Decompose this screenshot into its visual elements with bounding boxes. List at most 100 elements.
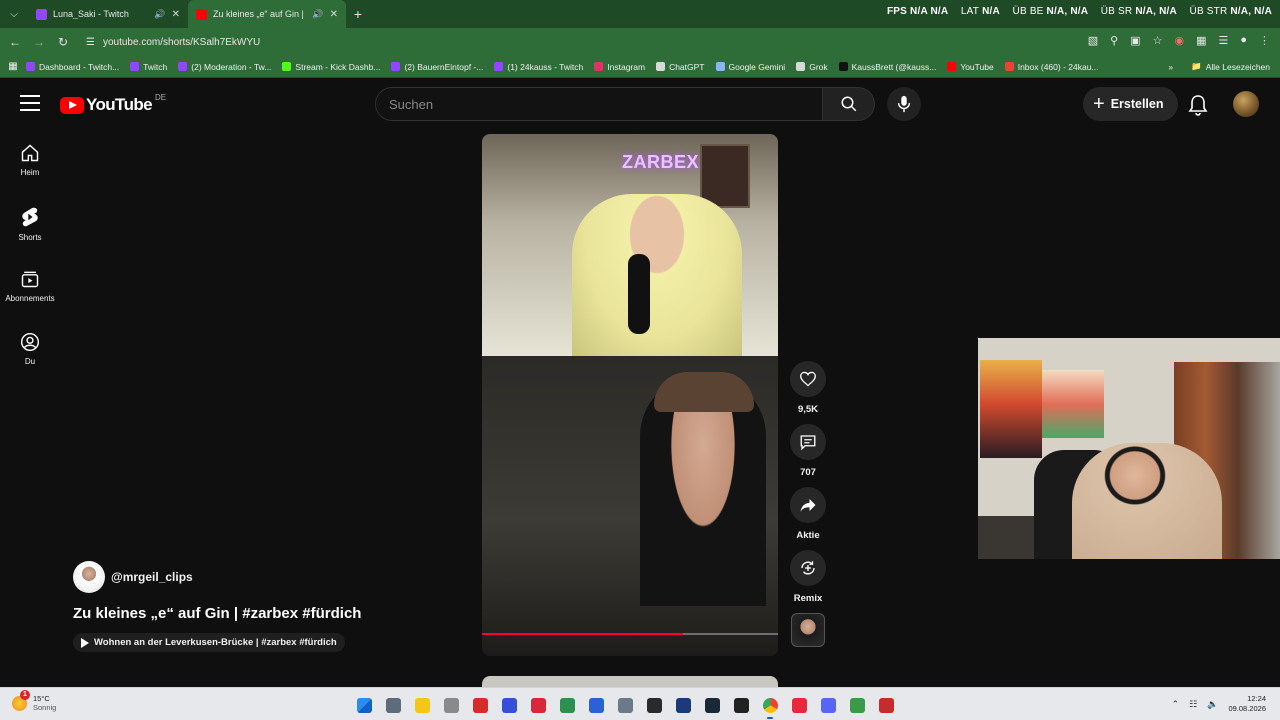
sidebar-item-home[interactable]: Heim (0, 135, 60, 198)
taskbar-app-discord[interactable] (816, 694, 840, 716)
url-field[interactable]: ☰ youtube.com/shorts/KSalh7EkWYU (80, 31, 1140, 53)
short-title: Zu kleines „e“ auf Gin | #zarbex #fürdic… (73, 605, 362, 622)
youtube-play-icon (60, 96, 84, 114)
tab-search-chevron-icon[interactable]: ⌵ (0, 0, 28, 28)
sidebar-item-shorts[interactable]: Shorts (0, 198, 60, 261)
taskbar-app-app-circle[interactable] (671, 694, 695, 716)
shorts-video-player[interactable]: ZARBEX (482, 134, 778, 656)
star-icon[interactable]: ☆ (1153, 34, 1163, 47)
tab-youtube-short[interactable]: Zu kleines „e“ auf Gin | #zar 🔊 ✕ (188, 0, 346, 28)
like-count: 9,5K (797, 404, 819, 415)
extensions-icon[interactable]: ▦ (1196, 34, 1206, 47)
discord-icon (820, 697, 836, 713)
back-icon[interactable]: ← (3, 30, 27, 54)
bookmark-item[interactable]: Google Gemini (715, 62, 785, 72)
translate-icon[interactable]: ▧ (1088, 34, 1098, 47)
lat-value: N/A (982, 6, 1000, 17)
sidebar-item-you[interactable]: Du (0, 324, 60, 387)
fps-value: N/A N/A (910, 6, 948, 17)
tray-chevron-icon[interactable]: ⌃ (1172, 699, 1180, 710)
channel-handle[interactable]: @mrgeil_clips (111, 570, 193, 584)
video-progress-bar[interactable] (482, 633, 778, 635)
forward-icon[interactable]: → (27, 30, 51, 54)
bookmark-item[interactable]: Grok (796, 62, 828, 72)
bookmark-item[interactable]: Inbox (460) - 24kau... (1004, 62, 1099, 72)
bookmark-item[interactable]: YouTube (947, 62, 994, 72)
zoom-icon[interactable]: ⚲ (1110, 34, 1118, 47)
bookmark-item[interactable]: (2) Moderation - Tw... (178, 62, 271, 72)
taskbar-app-opera-gx[interactable] (468, 694, 492, 716)
sidebar-item-subscriptions[interactable]: Abonnements (0, 261, 60, 324)
search-button[interactable] (823, 87, 875, 121)
more-bookmarks-icon[interactable]: » (1168, 62, 1173, 72)
app-puzzle-icon (617, 697, 633, 713)
taskbar-app-file-explorer[interactable] (410, 694, 434, 716)
bookmark-item[interactable]: (2) BauernEintopf -... (391, 62, 483, 72)
bookmark-item[interactable]: KaussBrett (@kauss... (838, 62, 936, 72)
extension-red-icon[interactable]: ◉ (1174, 34, 1184, 47)
clock[interactable]: 12:24 09.08.2026 (1228, 694, 1266, 714)
create-button[interactable]: + Erstellen (1083, 87, 1178, 121)
related-video-chip[interactable]: Wohnen an der Leverkusen-Brücke | #zarbe… (73, 633, 345, 652)
start-icon (356, 697, 372, 713)
bookmark-item[interactable]: Stream - Kick Dashb... (282, 62, 380, 72)
folder-icon: 📁 (1191, 61, 1202, 71)
taskbar-app-app-dark[interactable] (642, 694, 666, 716)
reload-icon[interactable]: ↻ (51, 30, 75, 54)
taskbar-app-calculator[interactable] (381, 694, 405, 716)
close-tab-icon[interactable]: ✕ (172, 9, 180, 20)
bookmark-item[interactable]: Dashboard - Twitch... (26, 62, 119, 72)
bookmark-favicon-icon (1004, 62, 1014, 71)
network-icon[interactable]: ☷ (1189, 699, 1197, 710)
notifications-bell-icon[interactable] (1188, 94, 1208, 121)
close-tab-icon[interactable]: ✕ (330, 9, 338, 20)
bookmark-item[interactable]: (1) 24kauss - Twitch (494, 62, 583, 72)
like-button[interactable] (790, 361, 826, 397)
share-arrow-icon (800, 499, 816, 512)
cast-icon[interactable]: ▣ (1130, 34, 1140, 47)
taskbar-app-opera[interactable] (787, 694, 811, 716)
bookmark-item[interactable]: Twitch (130, 62, 167, 72)
voice-search-button[interactable] (887, 87, 921, 121)
taskbar-app-app-blue[interactable] (584, 694, 608, 716)
taskbar-app-vivaldi[interactable] (497, 694, 521, 716)
site-info-icon[interactable]: ☰ (86, 37, 95, 48)
taskbar-app-start[interactable] (352, 694, 376, 716)
search-bar (375, 87, 921, 121)
media-icon[interactable]: ☰ (1218, 34, 1228, 47)
volume-icon[interactable]: 🔈 (1207, 699, 1218, 710)
speaker-icon[interactable]: 🔊 (154, 9, 165, 20)
menu-icon[interactable]: ⋮ (1259, 34, 1270, 47)
remix-button[interactable] (790, 550, 826, 586)
menu-hamburger-icon[interactable] (20, 95, 40, 111)
profile-icon[interactable]: ● (1240, 34, 1247, 47)
taskbar-app-app-target[interactable] (555, 694, 579, 716)
youtube-logo[interactable]: YouTube DE (60, 92, 167, 115)
comments-button[interactable] (790, 424, 826, 460)
channel-avatar[interactable] (73, 561, 105, 593)
taskbar-app-app-red[interactable] (526, 694, 550, 716)
taskbar-app-app-puzzle[interactable] (613, 694, 637, 716)
account-avatar[interactable] (1233, 91, 1259, 117)
taskbar-app-app-terminal[interactable] (729, 694, 753, 716)
app-red-icon (530, 697, 546, 713)
share-button[interactable] (790, 487, 826, 523)
ube-label: ÜB BE (1012, 6, 1044, 17)
taskbar-app-app-red2[interactable] (874, 694, 898, 716)
bookmark-item[interactable]: Instagram (594, 62, 645, 72)
all-bookmarks[interactable]: 📁 Alle Lesezeichen (1191, 61, 1270, 72)
tab-twitch[interactable]: Luna_Saki - Twitch 🔊 ✕ (28, 0, 188, 28)
speaker-icon[interactable]: 🔊 (312, 9, 323, 20)
search-input[interactable] (375, 87, 823, 121)
weather-widget[interactable]: 1 15°C Sonnig (12, 689, 56, 712)
taskbar-app-mouse[interactable] (439, 694, 463, 716)
taskbar-app-chrome[interactable] (758, 694, 782, 719)
channel-row: @mrgeil_clips (73, 561, 361, 593)
new-tab-button[interactable]: + (346, 6, 370, 22)
original-sound-thumbnail[interactable] (791, 613, 825, 647)
taskbar-app-app-layers[interactable] (845, 694, 869, 716)
bookmark-item[interactable]: ChatGPT (656, 62, 705, 72)
taskbar-app-steam[interactable] (700, 694, 724, 716)
apps-grid-icon[interactable]: ▦ (0, 61, 26, 72)
region-code: DE (155, 92, 167, 102)
